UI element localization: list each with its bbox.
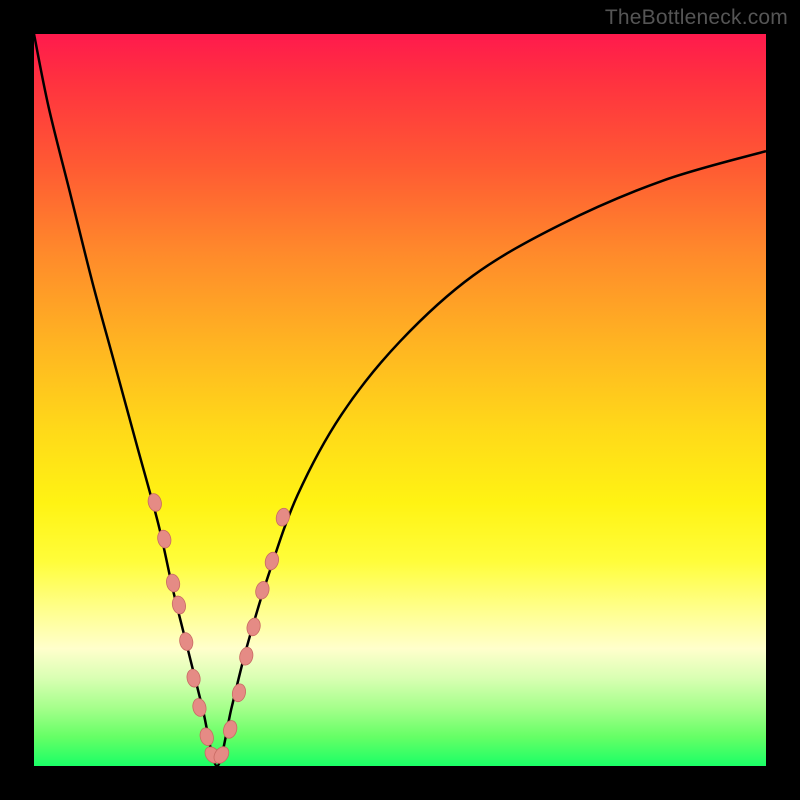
chart-container: TheBottleneck.com: [0, 0, 800, 800]
curve-marker: [156, 529, 173, 549]
curve-marker: [146, 492, 163, 513]
curve-marker: [238, 646, 255, 666]
plot-area: [34, 34, 766, 766]
bottleneck-curve: [34, 34, 766, 766]
curve-marker: [254, 580, 271, 601]
curve-marker: [185, 668, 201, 688]
curve-marker: [245, 617, 262, 638]
curve-marker: [198, 726, 215, 747]
curve-marker: [191, 697, 208, 717]
chart-svg: [34, 34, 766, 766]
curve-markers: [146, 492, 291, 766]
watermark-text: TheBottleneck.com: [605, 6, 788, 30]
curve-marker: [171, 595, 188, 615]
curve-marker: [274, 507, 291, 528]
curve-marker: [263, 551, 280, 572]
curve-marker: [178, 631, 194, 651]
curve-marker: [165, 573, 182, 593]
curve-path: [34, 34, 766, 766]
curve-marker: [221, 719, 238, 740]
